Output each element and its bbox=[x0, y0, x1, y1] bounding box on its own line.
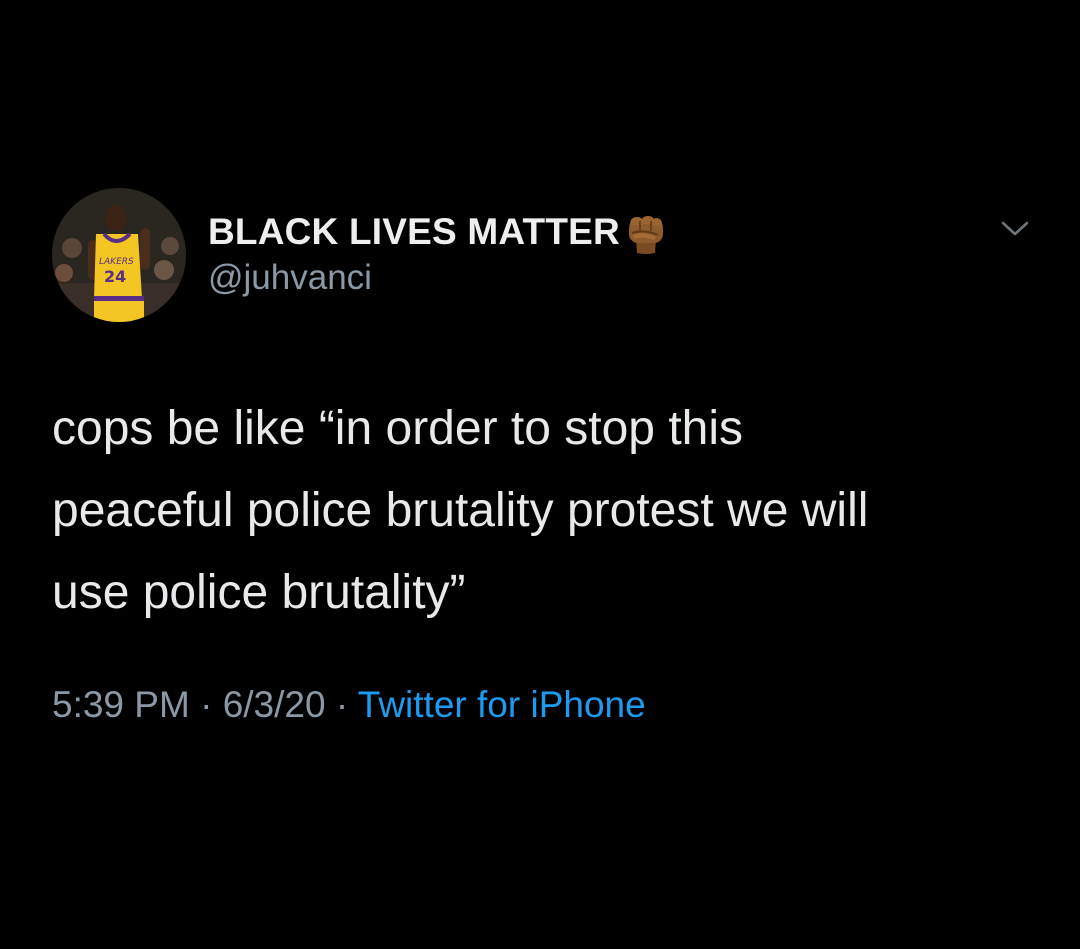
meta-separator: · bbox=[325, 684, 358, 725]
tweet: LAKERS 24 BLACK LIVES MATTER @juhvanci c… bbox=[0, 0, 1080, 949]
author-name-row[interactable]: BLACK LIVES MATTER bbox=[208, 208, 668, 256]
avatar-photo-icon: LAKERS 24 bbox=[52, 188, 186, 322]
tweet-meta: 5:39 PM · 6/3/20 · Twitter for iPhone bbox=[52, 684, 646, 726]
tweet-text-line: peaceful police brutality protest we wil… bbox=[52, 484, 869, 537]
avatar-jersey-number: 24 bbox=[104, 267, 126, 286]
tweet-text-line: cops be like “in order to stop this bbox=[52, 402, 744, 455]
avatar[interactable]: LAKERS 24 bbox=[52, 188, 186, 322]
chevron-down-icon[interactable] bbox=[998, 216, 1032, 240]
author-display-name[interactable]: BLACK LIVES MATTER bbox=[208, 211, 620, 253]
avatar-jersey-text: LAKERS bbox=[99, 257, 134, 267]
author-handle[interactable]: @juhvanci bbox=[208, 258, 372, 298]
tweet-date[interactable]: 6/3/20 bbox=[223, 684, 326, 725]
tweet-source-link[interactable]: Twitter for iPhone bbox=[358, 684, 646, 725]
tweet-text-line: use police brutality” bbox=[52, 566, 466, 619]
tweet-time[interactable]: 5:39 PM bbox=[52, 684, 190, 725]
raised-fist-icon bbox=[624, 209, 668, 255]
tweet-text: cops be like “in order to stop this peac… bbox=[52, 388, 1042, 634]
meta-separator: · bbox=[189, 684, 223, 725]
